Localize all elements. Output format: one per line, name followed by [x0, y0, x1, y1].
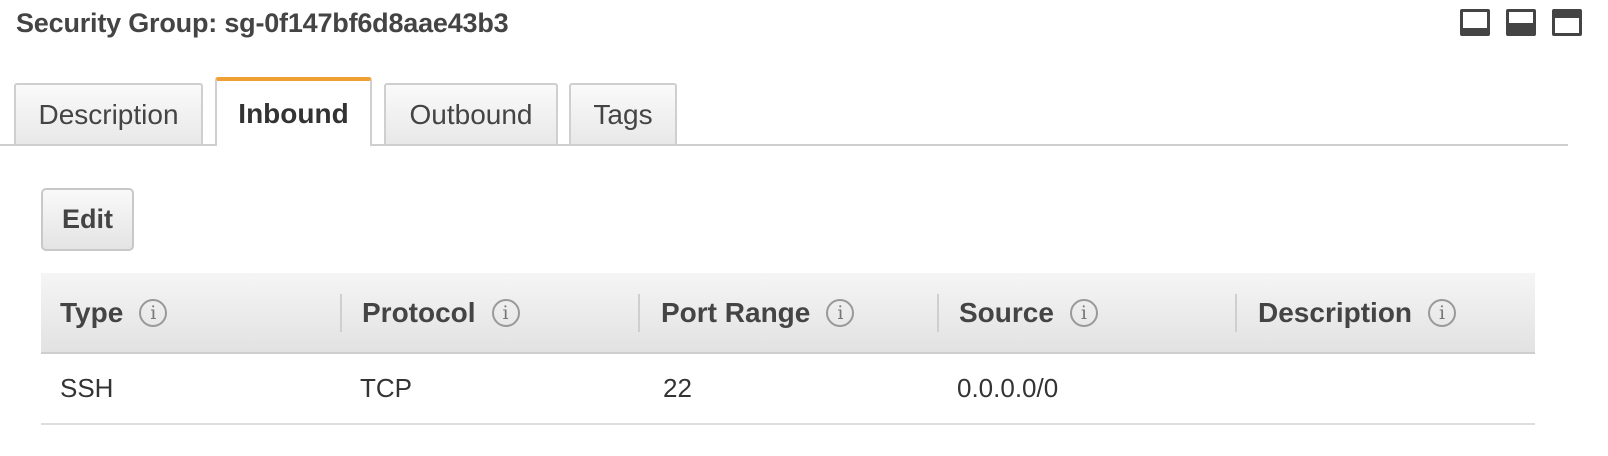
info-icon[interactable]: i [491, 298, 520, 327]
column-separator[interactable] [1235, 294, 1237, 332]
column-header-type[interactable]: Type i [60, 273, 168, 352]
cell-protocol: TCP [360, 373, 412, 403]
security-group-panel: Security Group: sg-0f147bf6d8aae43b3 Des… [0, 0, 1608, 456]
column-header-protocol[interactable]: Protocol i [362, 273, 520, 352]
info-icon[interactable]: i [826, 298, 855, 327]
column-header-source[interactable]: Source i [959, 273, 1098, 352]
tab-outbound[interactable]: Outbound [384, 83, 558, 144]
panel-top-icon[interactable] [1552, 9, 1582, 36]
tab-tags[interactable]: Tags [569, 83, 677, 144]
cell-source: 0.0.0.0/0 [957, 373, 1059, 403]
column-separator[interactable] [638, 294, 640, 332]
cell-type: SSH [60, 373, 114, 403]
column-header-description[interactable]: Description i [1258, 273, 1457, 352]
panel-bottom-icon[interactable] [1460, 9, 1490, 36]
info-icon[interactable]: i [139, 298, 168, 327]
panel-split-icon[interactable] [1506, 9, 1536, 36]
column-header-port-range[interactable]: Port Range i [661, 273, 855, 352]
tab-inbound[interactable]: Inbound [215, 77, 372, 146]
edit-button[interactable]: Edit [41, 188, 134, 251]
column-separator[interactable] [340, 294, 342, 332]
table-row[interactable]: SSH TCP 22 0.0.0.0/0 [41, 354, 1535, 425]
column-separator[interactable] [937, 294, 939, 332]
info-icon[interactable]: i [1069, 298, 1098, 327]
view-toggle-group [1460, 9, 1582, 36]
cell-port-range: 22 [663, 373, 692, 403]
info-icon[interactable]: i [1428, 298, 1457, 327]
tab-description[interactable]: Description [14, 83, 203, 144]
panel-title: Security Group: sg-0f147bf6d8aae43b3 [16, 8, 509, 38]
table-header: Type i Protocol i Port Range i Source i … [41, 273, 1535, 354]
